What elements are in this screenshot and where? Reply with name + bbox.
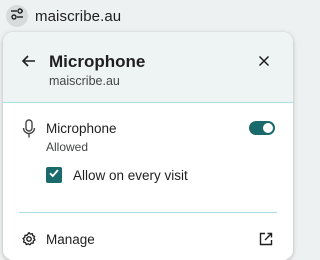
allow-every-visit-checkbox[interactable] [46,167,62,183]
footer-divider [19,212,277,213]
checkbox-label[interactable]: Allow on every visit [73,168,188,183]
microphone-icon [20,118,38,140]
checkmark-icon [48,166,60,184]
permission-status: Allowed [46,140,89,154]
site-info-button[interactable] [6,5,28,27]
address-bar: maiscribe.au [0,0,296,32]
open-in-new-icon [257,230,275,248]
site-permission-popup: Microphone maiscribe.au Microphone Allow… [3,32,293,260]
close-button[interactable] [252,51,276,75]
url-text[interactable]: maiscribe.au [35,8,121,25]
close-icon [258,54,270,72]
gear-icon [20,230,38,248]
manage-label: Manage [46,232,95,247]
permission-label: Microphone [46,121,117,136]
microphone-toggle[interactable] [249,121,275,135]
manage-button[interactable]: Manage [3,222,293,256]
back-button[interactable] [17,51,41,75]
popup-header: Microphone maiscribe.au [3,32,293,102]
arrow-back-icon [21,53,37,74]
popup-title: Microphone [49,52,146,71]
header-divider [3,102,293,103]
tune-icon [10,7,24,26]
popup-subtitle: maiscribe.au [49,74,120,88]
toggle-knob [263,123,273,133]
